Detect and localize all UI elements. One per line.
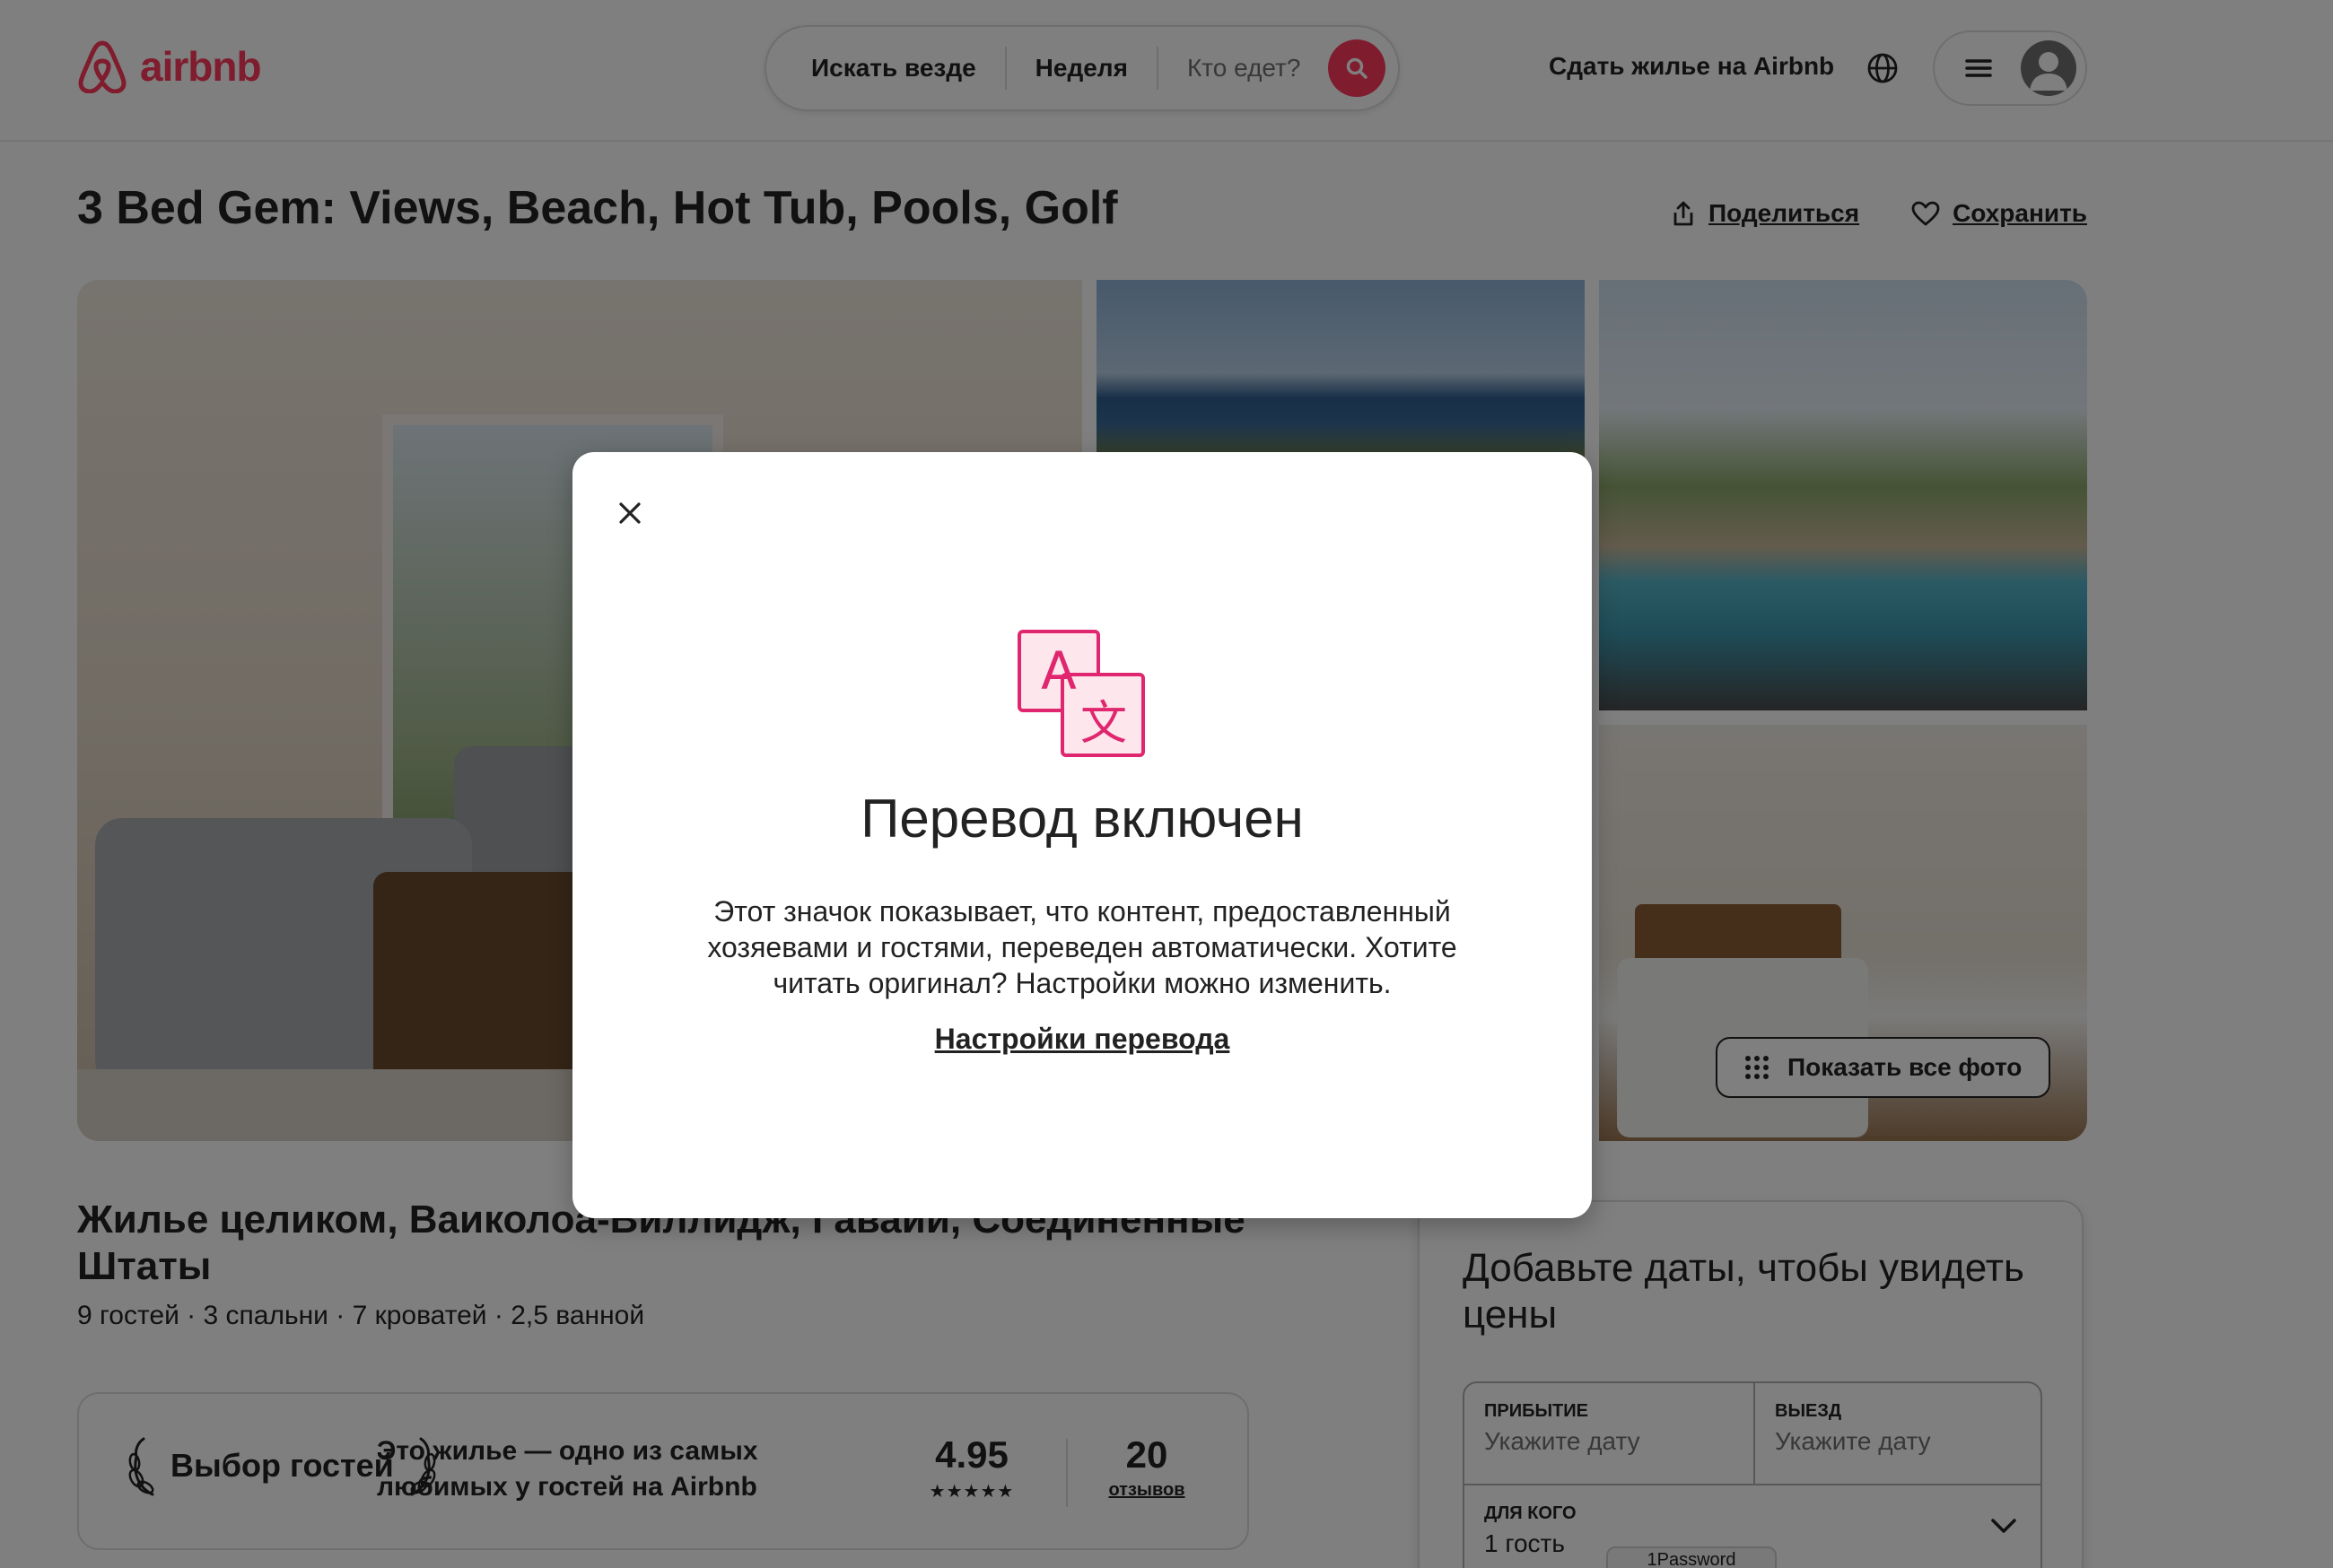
translation-settings-link[interactable]: Настройки перевода [935, 1023, 1230, 1055]
modal-title: Перевод включен [861, 788, 1304, 849]
modal-description: Этот значок показывает, что контент, пре… [707, 895, 1457, 999]
translate-icon: A 文 [1018, 630, 1145, 757]
svg-text:A: A [1041, 640, 1077, 701]
svg-text:文: 文 [1080, 697, 1127, 751]
close-icon [619, 502, 641, 524]
modal-close-button[interactable] [610, 493, 650, 533]
translation-settings-link-wrap: Настройки перевода [572, 1023, 1592, 1056]
